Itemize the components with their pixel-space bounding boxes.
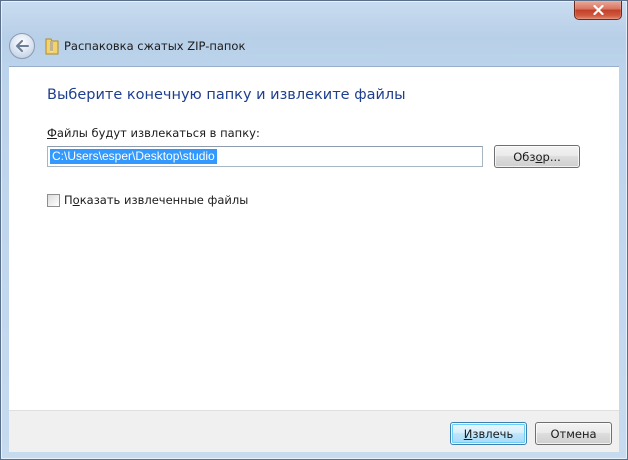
show-files-option[interactable]: Показать извлеченные файлы (47, 193, 248, 207)
button-bar: Извлечь Отмена (9, 410, 619, 452)
browse-button-prefix: Обз (513, 149, 536, 164)
show-files-suffix: казать извлеченные файлы (79, 193, 249, 207)
title-bar: Распаковка сжатых ZIP-папок (9, 31, 245, 61)
window-title: Распаковка сжатых ZIP-папок (64, 39, 246, 53)
back-arrow-icon (15, 37, 29, 56)
dialog-window: Распаковка сжатых ZIP-папок Выберите кон… (0, 0, 628, 460)
browse-button-accel: о (535, 149, 543, 164)
show-files-prefix: П (64, 193, 73, 207)
browse-button[interactable]: Обз о р... (494, 145, 580, 168)
cancel-button-label: Отмена (550, 426, 597, 441)
show-files-accel: о (72, 193, 80, 207)
destination-label-accel: Ф (47, 126, 57, 140)
back-button[interactable] (9, 33, 35, 59)
browse-button-suffix: р... (542, 149, 561, 164)
extract-button-accel: И (463, 426, 473, 441)
cancel-button[interactable]: Отмена (535, 422, 612, 445)
extract-button[interactable]: Извлечь (450, 422, 527, 445)
destination-path-value: C:\Users\esper\Desktop\studio (50, 149, 217, 164)
main-panel: Выберите конечную папку и извлеките файл… (9, 66, 619, 411)
page-heading: Выберите конечную папку и извлеките файл… (47, 87, 406, 103)
show-files-label[interactable]: Показать извлеченные файлы (64, 193, 248, 207)
extract-button-text: звлечь (472, 426, 514, 441)
close-icon (592, 5, 604, 15)
destination-label-text: айлы будут извлекаться в папку: (56, 126, 260, 140)
close-button[interactable] (574, 1, 622, 20)
zip-folder-icon (45, 37, 59, 55)
destination-label: Файлы будут извлекаться в папку: (47, 126, 260, 140)
destination-path-input[interactable]: C:\Users\esper\Desktop\studio (47, 146, 483, 167)
show-files-checkbox[interactable] (47, 193, 60, 207)
